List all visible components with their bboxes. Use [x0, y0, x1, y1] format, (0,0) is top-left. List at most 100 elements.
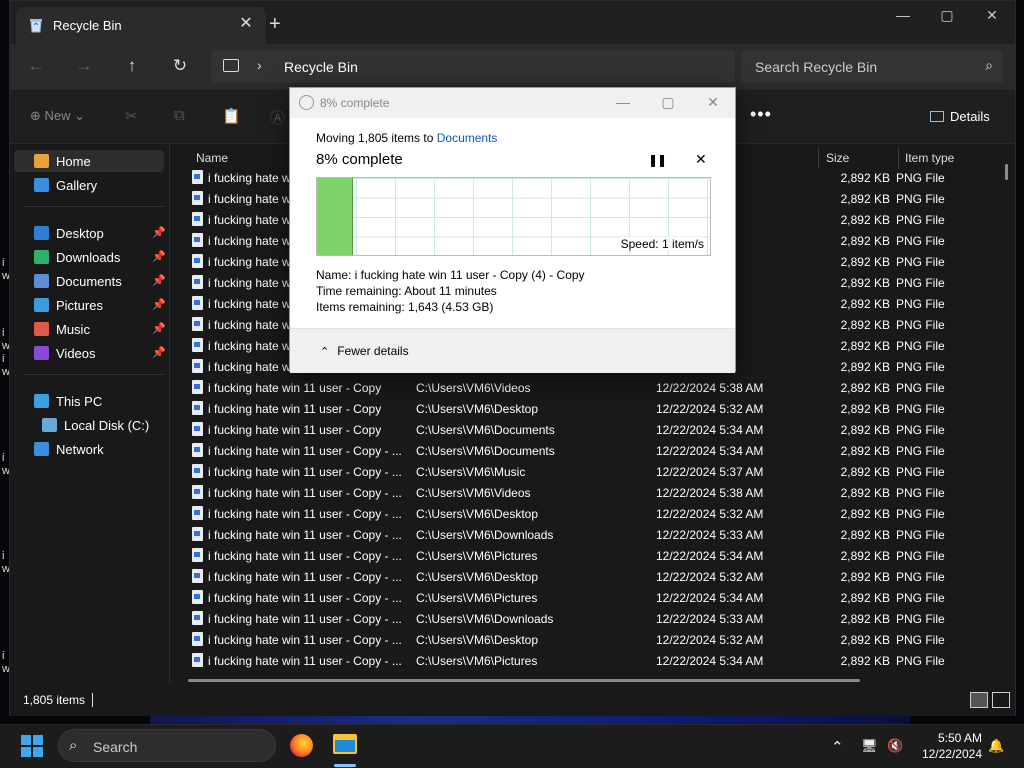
file-explorer-icon[interactable]: [333, 734, 357, 754]
refresh-icon[interactable]: ↻: [168, 56, 192, 78]
start-button[interactable]: [21, 735, 43, 757]
sidebar-item-downloads[interactable]: Downloads 📌: [14, 246, 166, 268]
dialog-minimize-button[interactable]: —: [608, 94, 638, 110]
details-view-icon[interactable]: [970, 692, 988, 708]
minimize-button[interactable]: —: [883, 7, 923, 23]
item-type: PNG File: [896, 297, 945, 311]
clock-icon: [299, 95, 314, 110]
pin-icon[interactable]: 📌: [152, 250, 166, 263]
table-row[interactable]: i fucking hate win 11 user - Copy - ... C…: [178, 650, 998, 671]
details-button[interactable]: Details: [930, 109, 990, 124]
close-button[interactable]: ✕: [972, 7, 1012, 24]
sidebar-item-pictures[interactable]: Pictures 📌: [14, 294, 166, 316]
dialog-maximize-button[interactable]: ▢: [653, 94, 683, 111]
item-type: PNG File: [896, 486, 945, 500]
table-row[interactable]: i fucking hate win 11 user - Copy - ... C…: [178, 440, 998, 461]
address-bar[interactable]: › Recycle Bin: [211, 50, 735, 83]
pause-button[interactable]: ❚❚: [648, 153, 667, 167]
stop-button[interactable]: ✕: [695, 151, 707, 168]
taskbar-search[interactable]: ⌕ Search: [58, 729, 276, 762]
original-location: C:\Users\VM6\Videos: [416, 381, 531, 395]
clock[interactable]: 5:50 AM 12/22/2024: [916, 730, 982, 762]
table-row[interactable]: i fucking hate win 11 user - Copy - ... C…: [178, 482, 998, 503]
more-options-button[interactable]: •••: [750, 104, 772, 125]
file-size: 2,892 KB: [840, 612, 890, 626]
maximize-button[interactable]: ▢: [927, 7, 967, 24]
file-size: 2,892 KB: [840, 171, 890, 185]
videos-icon: [34, 346, 49, 360]
sidebar-item-gallery[interactable]: Gallery: [14, 174, 164, 196]
rename-icon[interactable]: Ⓐ: [270, 107, 288, 127]
date-deleted: 12/22/2024 5:34 AM: [656, 549, 764, 563]
forward-arrow-icon[interactable]: →: [72, 56, 96, 78]
file-size: 2,892 KB: [840, 633, 890, 647]
table-row[interactable]: i fucking hate win 11 user - Copy - ... C…: [178, 503, 998, 524]
copy-icon[interactable]: ⧉: [174, 107, 192, 125]
original-location: C:\Users\VM6\Downloads: [416, 612, 554, 626]
breadcrumb-recycle-bin[interactable]: Recycle Bin: [284, 59, 358, 75]
table-row[interactable]: i fucking hate win 11 user - Copy - ... C…: [178, 587, 998, 608]
table-row[interactable]: i fucking hate win 11 user - Copy - ... C…: [178, 608, 998, 629]
sidebar-item-network[interactable]: Network: [14, 438, 164, 460]
vertical-scrollbar[interactable]: [1005, 164, 1008, 180]
search-input[interactable]: Search Recycle Bin ⌕: [741, 50, 1003, 83]
sidebar-item-desktop[interactable]: Desktop 📌: [14, 222, 166, 244]
up-arrow-icon[interactable]: ↑: [120, 56, 144, 78]
file-size: 2,892 KB: [840, 339, 890, 353]
original-location: C:\Users\VM6\Pictures: [416, 654, 538, 668]
cut-icon[interactable]: ✂: [125, 107, 143, 125]
pin-icon[interactable]: 📌: [152, 274, 166, 287]
table-row[interactable]: i fucking hate win 11 user - Copy - ... C…: [178, 545, 998, 566]
original-location: C:\Users\VM6\Desktop: [416, 402, 539, 416]
column-divider[interactable]: [818, 147, 819, 169]
item-type: PNG File: [896, 444, 945, 458]
tab-title: Recycle Bin: [53, 18, 122, 33]
column-header-item-type[interactable]: Item type: [905, 151, 954, 165]
date-deleted: 12/22/2024 5:32 AM: [656, 507, 764, 521]
documents-icon: [34, 274, 49, 288]
table-row[interactable]: i fucking hate win 11 user - Copy - ... C…: [178, 629, 998, 650]
this-pc-icon: [223, 59, 239, 72]
file-name: i fucking hate win 11 user - Copy - ...: [208, 528, 402, 542]
tab-recycle-bin[interactable]: Recycle Bin ✕: [16, 7, 266, 44]
pin-icon[interactable]: 📌: [152, 322, 166, 335]
sidebar-item-videos[interactable]: Videos 📌: [14, 342, 166, 364]
network-icon[interactable]: 🖥: [861, 738, 878, 754]
table-row[interactable]: i fucking hate win 11 user - Copy C:\User…: [178, 398, 998, 419]
breadcrumb-chevron-icon[interactable]: ›: [257, 57, 262, 73]
large-icons-view-icon[interactable]: [992, 692, 1010, 708]
notification-bell-icon[interactable]: 🔔: [988, 738, 1004, 754]
sidebar-item-label: Gallery: [56, 178, 98, 193]
pin-icon[interactable]: 📌: [152, 346, 166, 359]
new-button[interactable]: ⊕ New ⌄: [30, 108, 85, 124]
sidebar-item-this-pc[interactable]: This PC: [14, 390, 164, 412]
sidebar-item-music[interactable]: Music 📌: [14, 318, 166, 340]
table-row[interactable]: i fucking hate win 11 user - Copy - ... C…: [178, 461, 998, 482]
volume-muted-icon[interactable]: 🔇: [887, 738, 903, 754]
sidebar-item-documents[interactable]: Documents 📌: [14, 270, 166, 292]
png-file-icon: [192, 275, 203, 289]
destination-link[interactable]: Documents: [437, 131, 498, 145]
pin-icon[interactable]: 📌: [152, 298, 166, 311]
back-arrow-icon[interactable]: ←: [24, 56, 48, 78]
column-divider[interactable]: [898, 147, 899, 169]
table-row[interactable]: i fucking hate win 11 user - Copy - ... C…: [178, 566, 998, 587]
pin-icon[interactable]: 📌: [152, 226, 166, 239]
new-tab-button[interactable]: +: [269, 13, 281, 36]
table-row[interactable]: i fucking hate win 11 user - Copy C:\User…: [178, 419, 998, 440]
column-header-name[interactable]: Name: [196, 151, 228, 165]
dialog-close-button[interactable]: ✕: [698, 94, 728, 111]
file-size: 2,892 KB: [840, 507, 890, 521]
sidebar-item-home[interactable]: Home: [14, 150, 164, 172]
sidebar-item-local-disk-c[interactable]: Local Disk (C:): [14, 414, 164, 436]
chevron-up-icon[interactable]: ⌃: [831, 738, 844, 756]
paste-icon[interactable]: 📋: [222, 107, 241, 125]
table-row[interactable]: i fucking hate win 11 user - Copy C:\User…: [178, 377, 998, 398]
horizontal-scrollbar[interactable]: [188, 679, 860, 682]
table-row[interactable]: i fucking hate win 11 user - Copy - ... C…: [178, 524, 998, 545]
item-type: PNG File: [896, 318, 945, 332]
tab-close-icon[interactable]: ✕: [234, 13, 258, 33]
column-header-size[interactable]: Size: [826, 151, 849, 165]
fewer-details-button[interactable]: ⌃ Fewer details: [320, 344, 409, 358]
firefox-icon[interactable]: [290, 734, 313, 757]
